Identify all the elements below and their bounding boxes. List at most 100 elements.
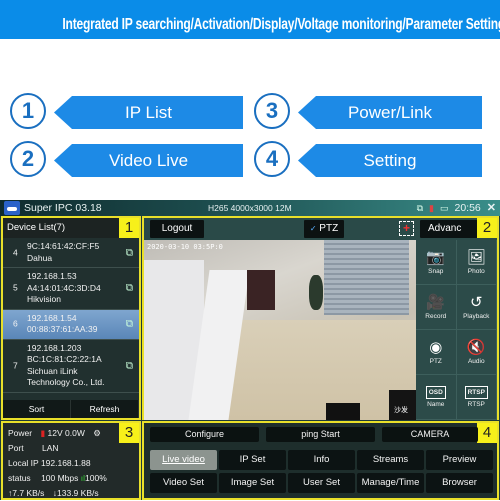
- checkbox-checked-icon: ✓: [309, 224, 317, 233]
- close-button[interactable]: ✕: [487, 200, 496, 216]
- crosshair-icon[interactable]: +: [399, 221, 414, 236]
- control-label: Photo: [467, 267, 485, 275]
- banner-title: Integrated IP searching/Activation/Displ…: [0, 0, 500, 39]
- device-detail-line: 192.168.1.54: [27, 312, 77, 323]
- tab-ip-set[interactable]: IP Set: [219, 450, 286, 470]
- device-index: 4: [13, 246, 18, 257]
- configure-button[interactable]: Configure: [150, 427, 259, 442]
- control-ptz[interactable]: ◉ PTZ: [416, 330, 457, 375]
- control-audio[interactable]: 🔇 Audio: [456, 330, 497, 375]
- feature-label: IP List: [54, 96, 243, 129]
- tab-info[interactable]: Info: [288, 450, 355, 470]
- local-ip-value: 192.168.1.88: [40, 458, 91, 468]
- gear-icon[interactable]: ⚙: [93, 428, 101, 438]
- power-value: 12V 0.0W: [47, 428, 85, 438]
- playback-icon: ↺: [469, 293, 483, 311]
- sort-button[interactable]: Sort: [3, 400, 71, 418]
- control-record[interactable]: 🎥 Record: [416, 285, 457, 330]
- network-link-icon[interactable]: ⧉: [126, 318, 133, 330]
- live-video-feed[interactable]: 2020-03-10 03:5P:0 沙发: [144, 240, 416, 420]
- panel-tag-3: 3: [119, 423, 139, 443]
- logout-button[interactable]: Logout: [150, 220, 204, 238]
- device-detail-line: Technology Co., Ltd.: [27, 377, 105, 387]
- device-screen: Super IPC 03.18 H265 4000x3000 12M ⧉ ▮ ▭…: [0, 200, 500, 500]
- device-detail-line: 9C:14:61:42:CF:F5: [27, 241, 100, 251]
- control-snap[interactable]: 📷 Snap: [416, 240, 457, 285]
- local-ip-label: Local IP: [8, 458, 39, 468]
- battery-icon: ▭: [439, 203, 449, 213]
- tab-streams[interactable]: Streams: [357, 450, 424, 470]
- audio-mute-icon: 🔇: [466, 338, 486, 356]
- video-overlay-label: 沙发: [394, 407, 408, 414]
- status-signal: 100%: [85, 473, 107, 483]
- network-link-icon[interactable]: ⧉: [126, 360, 133, 372]
- device-index: 6: [13, 318, 18, 329]
- network-link-icon[interactable]: ⧉: [126, 283, 133, 295]
- control-photo[interactable]: 🖼 Photo: [456, 240, 497, 285]
- feature-number: 4: [254, 141, 290, 177]
- device-detail-line: Hikvision: [27, 294, 62, 304]
- ptz-camera-icon: ◉: [429, 338, 443, 356]
- video-panel: Logout ✓ PTZ + Advanc 2 2020-03-10 03:5P…: [142, 216, 499, 420]
- control-label: Audio: [467, 357, 485, 365]
- video-timestamp: 2020-03-10 03:5P:0: [147, 243, 223, 251]
- rtsp-icon: RTSP: [464, 386, 488, 399]
- resolution-readout: H265 4000x3000 12M: [208, 203, 292, 213]
- power-label: Power: [8, 428, 33, 438]
- network-link-icon[interactable]: ⧉: [126, 247, 133, 259]
- advanced-button[interactable]: Advanc: [420, 220, 480, 238]
- app-icon: [4, 201, 20, 215]
- feature-label: Video Live: [54, 144, 243, 177]
- upload-rate: 7.7 KB/s: [12, 488, 45, 498]
- tab-browser[interactable]: Browser: [426, 473, 493, 493]
- device-list-item[interactable]: 5 192.168.1.53 A4:14:01:4C:3D:D4 Hikvision ⧉: [3, 268, 139, 310]
- feature-power-link: 3 Power/Link: [254, 93, 484, 129]
- osd-icon: OSD: [425, 386, 446, 399]
- tab-user-set[interactable]: User Set: [288, 473, 355, 493]
- feature-ip-list: 1 IP List: [10, 93, 243, 129]
- device-index: 5: [13, 282, 18, 293]
- status-label: status: [8, 473, 31, 483]
- control-label: Name: [427, 401, 445, 408]
- device-list-panel: Device List(7) 1 4 9C:14:61:42:CF:F5 Dahua…: [1, 216, 141, 420]
- device-index: 7: [13, 359, 18, 370]
- refresh-button[interactable]: Refresh: [71, 400, 139, 418]
- device-detail-line: 192.168.1.203: [27, 342, 82, 353]
- tab-image-set[interactable]: Image Set: [219, 473, 286, 493]
- power-link-panel: 3 Power ▮ 12V 0.0W ⚙ Port LAN Local IP 1…: [1, 421, 141, 500]
- feature-number: 3: [254, 93, 290, 129]
- control-name[interactable]: OSD Name: [416, 375, 457, 420]
- app-title: Super IPC 03.18: [24, 202, 102, 214]
- device-list-item[interactable]: 4 9C:14:61:42:CF:F5 Dahua ⧉: [3, 238, 139, 268]
- camera-button[interactable]: CAMERA: [382, 427, 478, 442]
- control-label: RTSP: [467, 401, 485, 408]
- tab-live-video[interactable]: Live video: [150, 450, 217, 470]
- video-controls: 📷 Snap 🖼 Photo 🎥 Record ↺ Playback ◉ PTZ 🔇 Audio OSD…: [416, 240, 497, 420]
- ptz-toggle[interactable]: ✓ PTZ: [304, 220, 344, 238]
- tab-video-set[interactable]: Video Set: [150, 473, 217, 493]
- control-playback[interactable]: ↺ Playback: [456, 285, 497, 330]
- control-rtsp[interactable]: RTSP RTSP: [456, 375, 497, 420]
- feature-video-live: 2 Video Live: [10, 141, 243, 177]
- control-label: Playback: [463, 312, 490, 320]
- ping-start-button[interactable]: ping Start: [266, 427, 375, 442]
- panel-tag-1: 1: [119, 218, 139, 238]
- tab-preview[interactable]: Preview: [426, 450, 493, 470]
- device-detail-line: 192.168.1.53: [27, 271, 77, 281]
- feature-number: 1: [10, 93, 46, 129]
- feature-setting: 4 Setting: [254, 141, 484, 177]
- device-list-item[interactable]: 7 192.168.1.203 BC:1C:81:C2:22:1A Sichuan i…: [3, 340, 139, 393]
- tab-manage-time[interactable]: Manage/Time: [357, 473, 424, 493]
- status-speed: 100 Mbps: [41, 473, 79, 483]
- device-list-item[interactable]: 6 192.168.1.54 00:88:37:61:AA:39 ⧉: [3, 309, 139, 340]
- video-camera-icon: 🎥: [426, 293, 446, 311]
- settings-panel: 4 Configure ping Start CAMERA Live video…: [142, 421, 499, 500]
- control-label: Snap: [428, 267, 444, 275]
- feature-number: 2: [10, 141, 46, 177]
- sd-card-icon: ▮: [429, 203, 434, 213]
- clock: 20:56: [454, 202, 481, 214]
- title-bar: Super IPC 03.18 H265 4000x3000 12M ⧉ ▮ ▭…: [0, 200, 500, 216]
- device-detail-line: 00:88:37:61:AA:39: [27, 324, 98, 334]
- feature-label: Power/Link: [298, 96, 482, 129]
- port-value: LAN: [41, 443, 59, 453]
